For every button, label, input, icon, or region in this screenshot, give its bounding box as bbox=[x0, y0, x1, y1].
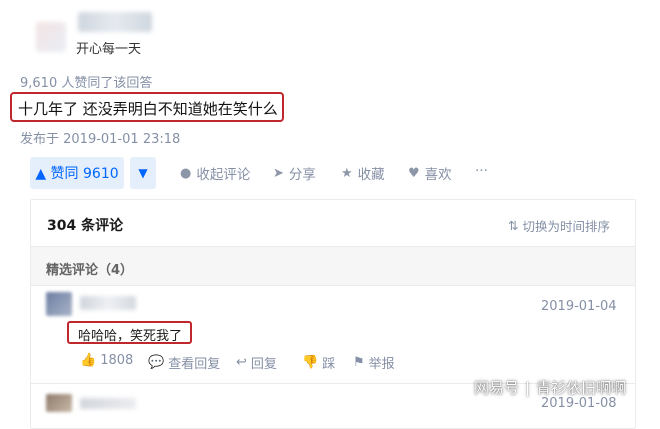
like-button[interactable]: ♥ 喜欢 bbox=[408, 163, 452, 184]
sort-toggle[interactable]: ⇅ 切换为时间排序 bbox=[508, 216, 610, 235]
view-replies-label: 查看回复 bbox=[168, 357, 221, 372]
favorite-button[interactable]: ★ 收藏 bbox=[341, 163, 385, 184]
published-time: 发布于 2019-01-01 23:18 bbox=[20, 132, 181, 147]
author-bio: 开心每一天 bbox=[76, 42, 142, 57]
answer-text: 十几年了 还没弄明白不知道她在笑什么 bbox=[18, 100, 278, 118]
report-button[interactable]: ⚑ 举报 bbox=[353, 353, 395, 372]
sort-icon: ⇅ bbox=[508, 218, 519, 233]
thumbs-down-icon: 👎 bbox=[302, 355, 319, 370]
watermark: 网易号 | 青衫依旧啊啊 bbox=[474, 377, 626, 398]
star-icon: ★ bbox=[341, 165, 353, 181]
upvote-button[interactable]: ▲ 赞同 9610 bbox=[30, 157, 124, 189]
downvote-button[interactable]: ▼ bbox=[130, 157, 156, 189]
comment-author-name[interactable] bbox=[80, 398, 136, 409]
thumbs-up-icon: 👍 bbox=[80, 353, 97, 368]
flag-icon: ⚑ bbox=[353, 355, 365, 370]
reply-icon: ↩ bbox=[236, 355, 247, 370]
favorite-label: 收藏 bbox=[357, 167, 385, 183]
dislike-label: 踩 bbox=[322, 357, 336, 372]
collapse-comments-button[interactable]: ● 收起评论 bbox=[180, 163, 251, 184]
reply-label: 回复 bbox=[250, 357, 277, 372]
divider bbox=[31, 285, 635, 286]
author-name[interactable] bbox=[78, 12, 152, 32]
comment-avatar[interactable] bbox=[46, 292, 72, 316]
comment-like-count: 1808 bbox=[100, 353, 134, 368]
report-label: 举报 bbox=[368, 357, 395, 372]
watermark-site: 网易号 bbox=[474, 379, 520, 397]
share-label: 分享 bbox=[288, 167, 316, 183]
featured-comments-label: 精选评论（4） bbox=[46, 263, 134, 278]
share-icon: ➤ bbox=[273, 165, 284, 181]
comment-text: 哈哈哈，笑死我了 bbox=[78, 329, 183, 344]
watermark-separator: | bbox=[525, 378, 531, 397]
watermark-account: 青衫依旧啊啊 bbox=[536, 379, 627, 397]
comment-time: 2019-01-04 bbox=[541, 299, 617, 314]
sort-toggle-label: 切换为时间排序 bbox=[522, 219, 610, 234]
comment-avatar[interactable] bbox=[46, 394, 72, 412]
more-button[interactable]: ··· bbox=[475, 163, 488, 179]
upvote-summary: 9,610 人赞同了该回答 bbox=[20, 76, 153, 91]
comments-count: 304 条评论 bbox=[47, 218, 124, 234]
heart-icon: ♥ bbox=[408, 165, 420, 181]
more-icon: ··· bbox=[475, 163, 488, 179]
downvote-label: ▼ bbox=[138, 166, 148, 180]
comment-icon: ● bbox=[180, 165, 192, 181]
share-button[interactable]: ➤ 分享 bbox=[273, 163, 316, 184]
like-label: 喜欢 bbox=[424, 167, 452, 183]
comment-author-name[interactable] bbox=[80, 296, 136, 310]
dislike-button[interactable]: 👎 踩 bbox=[302, 353, 335, 372]
view-replies-button[interactable]: 💬 查看回复 bbox=[148, 353, 220, 372]
author-avatar[interactable] bbox=[36, 22, 66, 52]
upvote-label: ▲ 赞同 9610 bbox=[35, 166, 119, 182]
replies-icon: 💬 bbox=[148, 355, 165, 370]
reply-button[interactable]: ↩ 回复 bbox=[236, 353, 277, 372]
comment-like-button[interactable]: 👍 1808 bbox=[80, 353, 133, 368]
collapse-comments-label: 收起评论 bbox=[196, 167, 251, 183]
